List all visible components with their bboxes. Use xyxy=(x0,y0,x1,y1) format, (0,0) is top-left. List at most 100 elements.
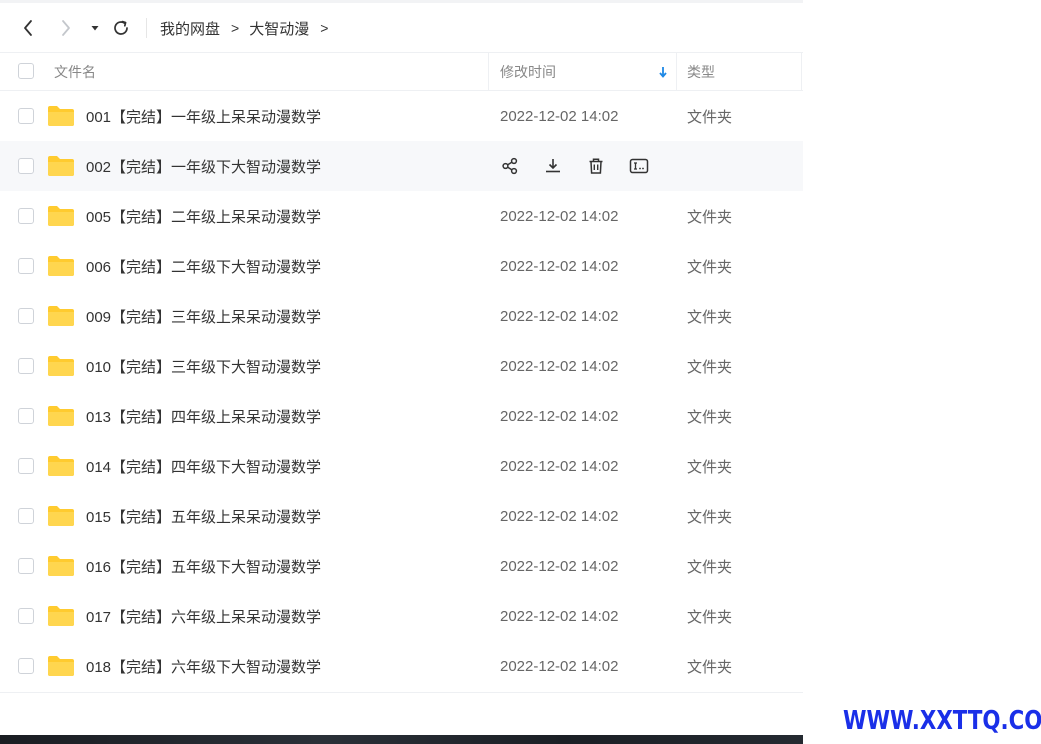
file-name[interactable]: 015【完结】五年级上呆呆动漫数学 xyxy=(86,491,321,541)
folder-icon xyxy=(47,255,75,277)
forward-button[interactable] xyxy=(54,8,78,48)
file-name[interactable]: 001【完结】一年级上呆呆动漫数学 xyxy=(86,91,321,141)
folder-icon xyxy=(47,155,75,177)
file-type: 文件夹 xyxy=(687,258,733,276)
file-row[interactable]: 013【完结】四年级上呆呆动漫数学 2022-12-02 14:02 文件夹 xyxy=(0,391,803,441)
list-bottom-border xyxy=(0,692,803,693)
file-modified-time: 2022-12-02 14:02 xyxy=(500,657,619,675)
history-dropdown-button[interactable] xyxy=(84,8,106,48)
file-list: 001【完结】一年级上呆呆动漫数学 2022-12-02 14:02 文件夹 002【… xyxy=(0,91,803,691)
file-name[interactable]: 013【完结】四年级上呆呆动漫数学 xyxy=(86,391,321,441)
file-row[interactable]: 015【完结】五年级上呆呆动漫数学 2022-12-02 14:02 文件夹 xyxy=(0,491,803,541)
table-header: 文件名 修改时间 类型 xyxy=(0,52,803,91)
file-row[interactable]: 018【完结】六年级下大智动漫数学 2022-12-02 14:02 文件夹 xyxy=(0,641,803,691)
column-header-type[interactable]: 类型 xyxy=(687,53,715,90)
watermark: WWW.XXTTQ.COM xyxy=(843,706,1041,736)
file-modified-time: 2022-12-02 14:02 xyxy=(500,407,619,425)
folder-icon xyxy=(47,555,75,577)
file-modified-time: 2022-12-02 14:02 xyxy=(500,307,619,325)
file-row[interactable]: 016【完结】五年级下大智动漫数学 2022-12-02 14:02 文件夹 xyxy=(0,541,803,591)
row-checkbox[interactable] xyxy=(18,508,34,524)
file-name[interactable]: 006【完结】二年级下大智动漫数学 xyxy=(86,241,321,291)
row-checkbox[interactable] xyxy=(18,158,34,174)
file-type: 文件夹 xyxy=(687,408,733,426)
file-type: 文件夹 xyxy=(687,108,733,126)
row-checkbox[interactable] xyxy=(18,608,34,624)
back-button[interactable] xyxy=(16,8,40,48)
column-divider xyxy=(801,53,802,90)
select-all-checkbox[interactable] xyxy=(18,63,34,79)
chevron-left-icon xyxy=(24,20,32,36)
row-checkbox[interactable] xyxy=(18,408,34,424)
column-divider xyxy=(676,53,677,90)
file-row[interactable]: 017【完结】六年级上呆呆动漫数学 2022-12-02 14:02 文件夹 xyxy=(0,591,803,641)
file-modified-time: 2022-12-02 14:02 xyxy=(500,607,619,625)
row-checkbox[interactable] xyxy=(18,108,34,124)
rename-button[interactable] xyxy=(627,154,651,178)
file-modified-time: 2022-12-02 14:02 xyxy=(500,107,619,125)
download-button[interactable] xyxy=(541,154,565,178)
background-strip xyxy=(0,735,803,744)
breadcrumb-item-current[interactable]: 大智动漫 xyxy=(249,18,309,39)
file-name[interactable]: 014【完结】四年级下大智动漫数学 xyxy=(86,441,321,491)
file-row[interactable]: 002【完结】一年级下大智动漫数学 xyxy=(0,141,803,191)
chevron-right-icon xyxy=(62,20,70,36)
file-modified-time: 2022-12-02 14:02 xyxy=(500,507,619,525)
breadcrumb-separator: > xyxy=(231,20,240,36)
folder-icon xyxy=(47,205,75,227)
file-row[interactable]: 006【完结】二年级下大智动漫数学 2022-12-02 14:02 文件夹 xyxy=(0,241,803,291)
share-button[interactable] xyxy=(498,154,522,178)
refresh-button[interactable] xyxy=(109,8,133,48)
column-divider xyxy=(488,53,489,90)
delete-button[interactable] xyxy=(584,154,608,178)
file-type: 文件夹 xyxy=(687,608,733,626)
column-header-modified[interactable]: 修改时间 xyxy=(500,53,670,90)
folder-icon xyxy=(47,105,75,127)
file-row[interactable]: 014【完结】四年级下大智动漫数学 2022-12-02 14:02 文件夹 xyxy=(0,441,803,491)
row-checkbox[interactable] xyxy=(18,208,34,224)
breadcrumb-item-root[interactable]: 我的网盘 xyxy=(160,18,220,39)
file-type: 文件夹 xyxy=(687,558,733,576)
file-type: 文件夹 xyxy=(687,208,733,226)
refresh-icon xyxy=(114,20,128,35)
folder-icon xyxy=(47,455,75,477)
file-name[interactable]: 016【完结】五年级下大智动漫数学 xyxy=(86,541,321,591)
column-header-modified-label: 修改时间 xyxy=(500,63,556,80)
file-manager-panel: 我的网盘 > 大智动漫 > 文件名 修改时间 类型 001【完结】一年级上呆呆动… xyxy=(0,0,803,744)
file-modified-time: 2022-12-02 14:02 xyxy=(500,457,619,475)
file-name[interactable]: 002【完结】一年级下大智动漫数学 xyxy=(86,141,321,191)
row-checkbox[interactable] xyxy=(18,658,34,674)
file-row[interactable]: 005【完结】二年级上呆呆动漫数学 2022-12-02 14:02 文件夹 xyxy=(0,191,803,241)
row-checkbox[interactable] xyxy=(18,258,34,274)
row-checkbox[interactable] xyxy=(18,558,34,574)
row-checkbox[interactable] xyxy=(18,308,34,324)
row-checkbox[interactable] xyxy=(18,458,34,474)
file-type: 文件夹 xyxy=(687,458,733,476)
file-row[interactable]: 009【完结】三年级上呆呆动漫数学 2022-12-02 14:02 文件夹 xyxy=(0,291,803,341)
file-type: 文件夹 xyxy=(687,308,733,326)
caret-down-icon xyxy=(91,26,99,31)
folder-icon xyxy=(47,355,75,377)
toolbar: 我的网盘 > 大智动漫 > xyxy=(0,8,803,48)
row-checkbox[interactable] xyxy=(18,358,34,374)
arrow-down-icon xyxy=(659,67,667,78)
file-type: 文件夹 xyxy=(687,658,733,676)
rename-icon xyxy=(629,157,649,175)
file-modified-time: 2022-12-02 14:02 xyxy=(500,357,619,375)
file-name[interactable]: 009【完结】三年级上呆呆动漫数学 xyxy=(86,291,321,341)
breadcrumb-separator: > xyxy=(320,20,329,36)
file-row[interactable]: 010【完结】三年级下大智动漫数学 2022-12-02 14:02 文件夹 xyxy=(0,341,803,391)
folder-icon xyxy=(47,305,75,327)
file-name[interactable]: 017【完结】六年级上呆呆动漫数学 xyxy=(86,591,321,641)
top-border xyxy=(0,0,803,3)
file-modified-time: 2022-12-02 14:02 xyxy=(500,257,619,275)
row-actions xyxy=(498,141,670,191)
file-row[interactable]: 001【完结】一年级上呆呆动漫数学 2022-12-02 14:02 文件夹 xyxy=(0,91,803,141)
file-name[interactable]: 018【完结】六年级下大智动漫数学 xyxy=(86,641,321,691)
file-name[interactable]: 010【完结】三年级下大智动漫数学 xyxy=(86,341,321,391)
toolbar-divider xyxy=(146,18,147,38)
file-modified-time: 2022-12-02 14:02 xyxy=(500,207,619,225)
file-name[interactable]: 005【完结】二年级上呆呆动漫数学 xyxy=(86,191,321,241)
folder-icon xyxy=(47,405,75,427)
column-header-name[interactable]: 文件名 xyxy=(54,53,96,90)
